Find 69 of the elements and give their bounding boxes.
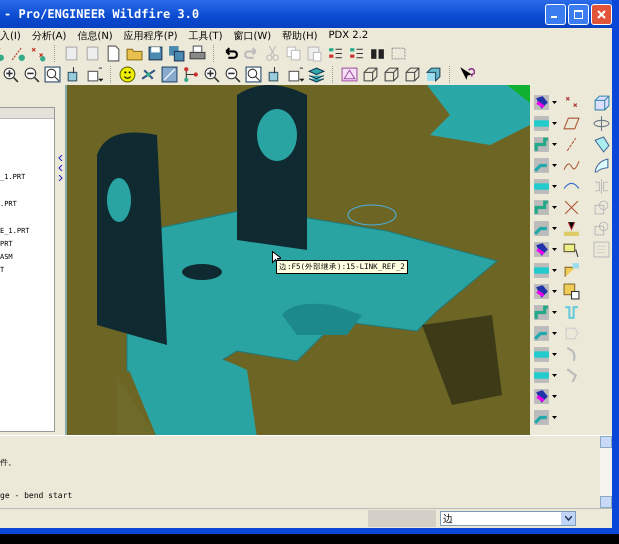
- menu-item[interactable]: 窗口(W): [233, 28, 272, 42]
- caret-icon[interactable]: [564, 516, 572, 521]
- dropdown-arrow-icon[interactable]: [552, 122, 557, 126]
- message-line: ge - bend start: [0, 491, 72, 500]
- shaded-cube-icon[interactable]: [425, 66, 442, 83]
- close-button[interactable]: [591, 4, 612, 24]
- status-field: [368, 510, 436, 527]
- maximize-icon: [574, 10, 583, 18]
- message-line: 件。: [0, 457, 16, 468]
- zoom-in-icon[interactable]: [203, 66, 220, 83]
- sketch-tool-icon[interactable]: [563, 241, 580, 258]
- plane-icon[interactable]: [563, 115, 580, 132]
- menu-item[interactable]: PDX 2.2: [328, 30, 368, 41]
- unbend-icon[interactable]: [563, 262, 580, 279]
- new-document-icon[interactable]: [105, 45, 122, 62]
- saved-views-icon[interactable]: [86, 66, 103, 83]
- dropdown-arrow-icon[interactable]: [552, 226, 557, 230]
- menu-item[interactable]: 信息(N): [77, 28, 113, 42]
- menu-item[interactable]: 应用程序(P): [124, 28, 178, 42]
- dropdown-arrow-icon[interactable]: [552, 142, 557, 146]
- minimize-icon: [551, 16, 557, 18]
- saved-views-icon[interactable]: [287, 66, 304, 83]
- scrollbar[interactable]: [600, 436, 612, 508]
- coordinate-system-icon[interactable]: [563, 199, 580, 216]
- printer-icon[interactable]: [189, 45, 206, 62]
- zoom-out-icon[interactable]: [23, 66, 40, 83]
- window-title: - Pro/ENGINEER Wildfire 3.0: [4, 7, 200, 21]
- node-connector-icon[interactable]: [182, 66, 199, 83]
- menu-item[interactable]: 帮助(H): [282, 28, 318, 42]
- menu-item[interactable]: 工具(T): [188, 28, 222, 42]
- dropdown-arrow-icon[interactable]: [552, 352, 557, 356]
- wireframe-cube-icon[interactable]: [404, 66, 421, 83]
- refit-icon[interactable]: [44, 66, 61, 83]
- minimize-button[interactable]: [545, 4, 566, 24]
- dropdown-arrow-icon[interactable]: [552, 416, 557, 420]
- dropdown-arrow-icon[interactable]: [552, 184, 557, 188]
- dropdown-arrow-icon[interactable]: [552, 290, 557, 294]
- menu-item[interactable]: 入(I): [0, 28, 21, 42]
- bend-back-icon[interactable]: [563, 283, 580, 300]
- model-display-icon[interactable]: [341, 66, 358, 83]
- dropdown-arrow-icon[interactable]: [552, 248, 557, 252]
- maximize-button[interactable]: [568, 4, 589, 24]
- zoom-out-icon[interactable]: [224, 66, 241, 83]
- dropdown-arrow-icon[interactable]: [552, 100, 557, 104]
- menu-item[interactable]: 分析(A): [32, 28, 66, 42]
- sweep-icon[interactable]: [593, 136, 610, 153]
- datum-point-icon[interactable]: [30, 45, 47, 62]
- dropdown-arrow-icon[interactable]: [552, 332, 557, 336]
- dropdown-arrow-icon[interactable]: [552, 310, 557, 314]
- revolve-icon[interactable]: [593, 115, 610, 132]
- dropdown-arrow-icon[interactable]: [552, 374, 557, 378]
- dropdown-arrow-icon[interactable]: [552, 164, 557, 168]
- layers-icon[interactable]: [308, 66, 325, 83]
- datum-axis-icon[interactable]: [9, 45, 26, 62]
- selection-filter-dropdown[interactable]: 边: [440, 511, 576, 526]
- dropdown-arrow-icon[interactable]: [552, 268, 557, 272]
- wireframe-cube-icon[interactable]: [383, 66, 400, 83]
- zoom-in-icon[interactable]: [2, 66, 19, 83]
- dropdown-arrow-icon[interactable]: [552, 206, 557, 210]
- smiley-icon[interactable]: [119, 66, 136, 83]
- save-copy-icon[interactable]: [168, 45, 185, 62]
- dropdown-arrow-icon[interactable]: [552, 394, 557, 398]
- wireframe-cube-icon[interactable]: [362, 66, 379, 83]
- display-style-icon[interactable]: [161, 66, 178, 83]
- close-icon: [597, 10, 606, 18]
- save-icon[interactable]: [147, 45, 164, 62]
- refit-icon[interactable]: [245, 66, 262, 83]
- blend-surface-icon[interactable]: [593, 157, 610, 174]
- extrude-box-icon[interactable]: [593, 94, 610, 111]
